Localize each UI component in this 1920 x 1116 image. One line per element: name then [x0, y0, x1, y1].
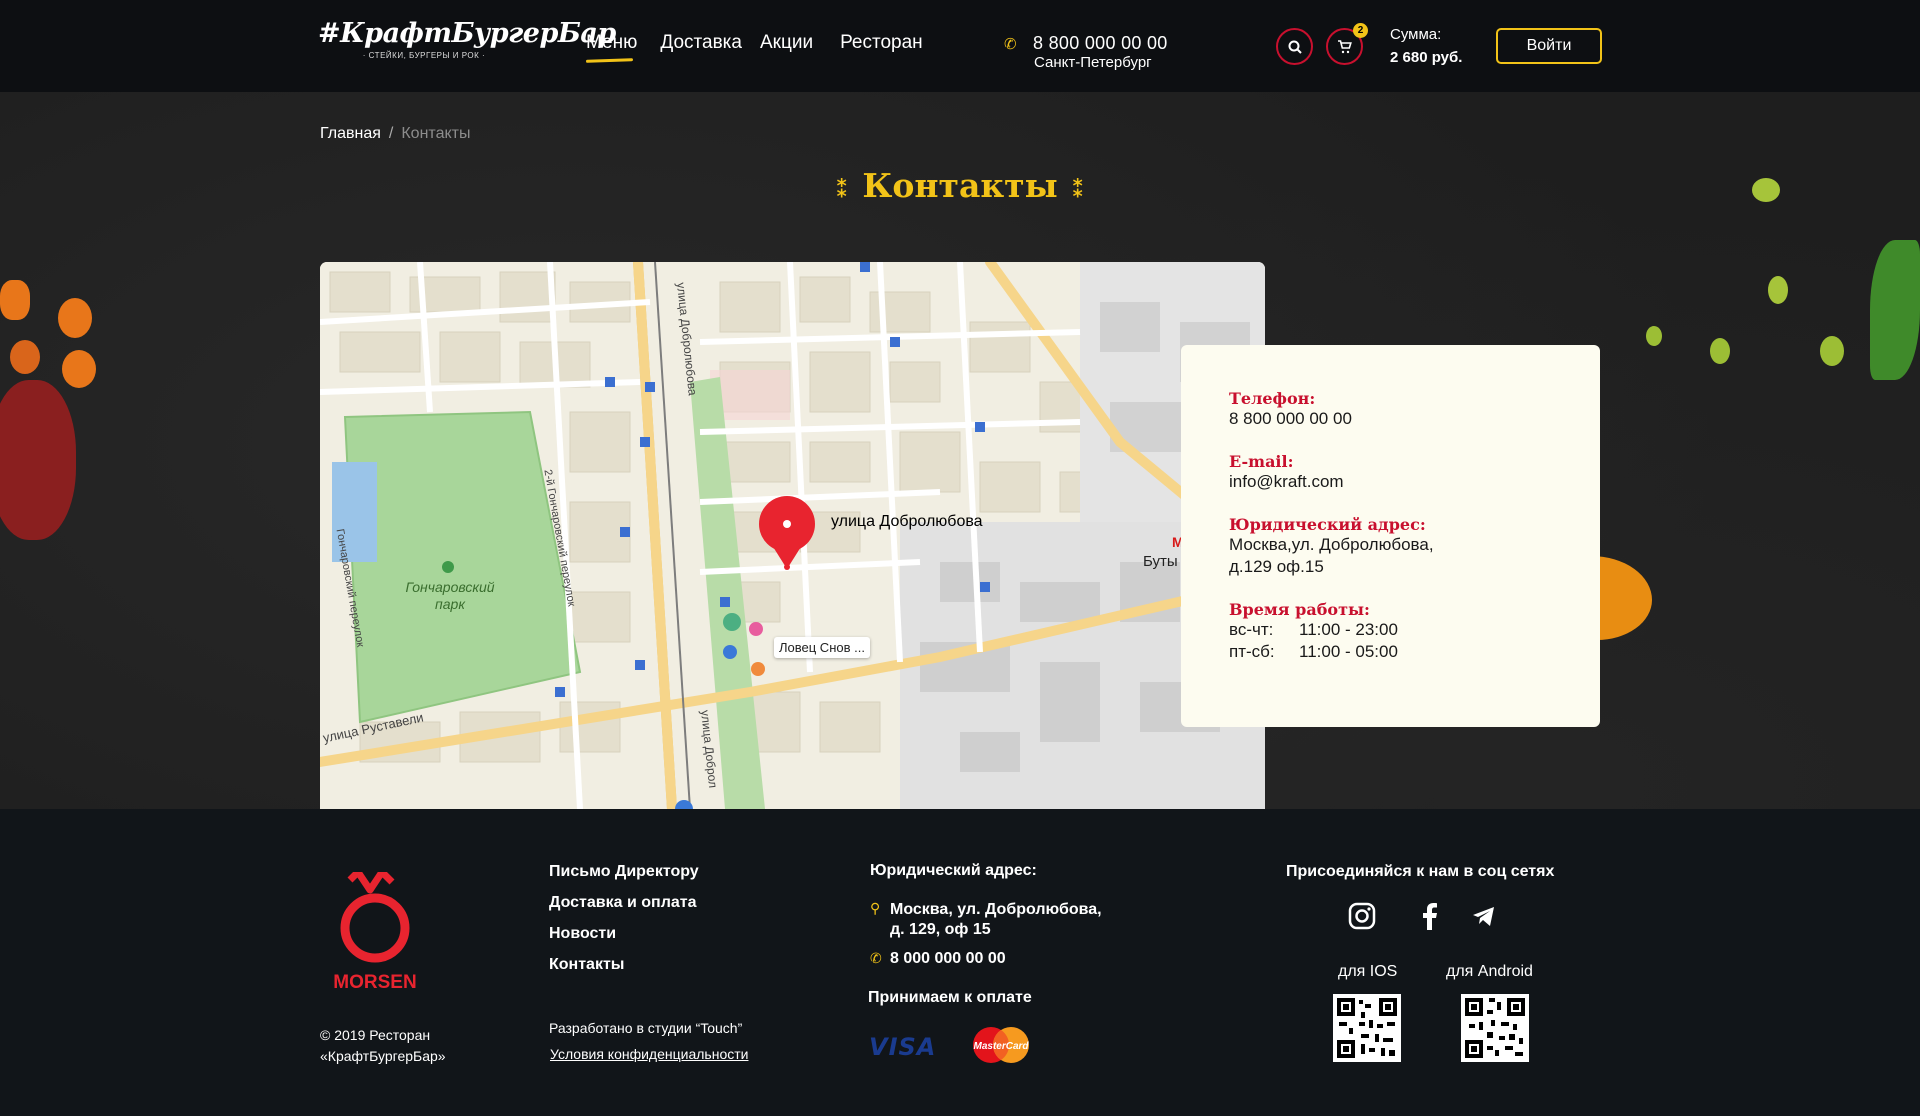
carrot-decoration — [58, 298, 92, 338]
footer-address-line: Москва, ул. Добролюбова, — [890, 901, 1102, 918]
nav-promotions[interactable]: Акции — [760, 32, 813, 54]
breadcrumb-separator: / — [388, 125, 394, 142]
android-label: для Android — [1446, 963, 1533, 980]
address-line: д.129 оф.15 — [1229, 557, 1324, 576]
mastercard-icon: MasterCard — [973, 1027, 1029, 1063]
footer-legal-title: Юридический адрес: — [870, 862, 1037, 879]
nav-menu[interactable]: Меню — [586, 32, 637, 54]
phone-icon: ✆ — [870, 950, 882, 966]
social-title: Присоединяйся к нам в соц сетях — [1286, 863, 1555, 880]
footer-link-delivery[interactable]: Доставка и оплата — [549, 894, 699, 912]
peapod-decoration — [1870, 240, 1920, 380]
logo-tagline: · СТЕЙКИ, БУРГЕРЫ И РОК · — [362, 51, 486, 60]
header-city: Санкт-Петербург — [1034, 54, 1152, 71]
mastercard-label: MasterCard — [973, 1041, 1029, 1052]
morsen-logo-text: MORSEN — [333, 972, 416, 992]
footer-link-contacts[interactable]: Контакты — [549, 956, 699, 974]
map-marker-label: улица Добролюбова — [831, 513, 983, 530]
header-phone-number[interactable]: 8 800 000 00 00 — [1033, 33, 1168, 54]
visa-logo: VISA — [869, 1033, 937, 1061]
hours-days: вс-чт: — [1229, 620, 1274, 639]
phone-label: Телефон: — [1229, 389, 1316, 408]
qr-code-android[interactable] — [1461, 994, 1529, 1062]
search-button[interactable] — [1276, 28, 1313, 65]
copyright-line: © 2019 Ресторан — [320, 1027, 431, 1043]
carrot-decoration — [10, 340, 40, 374]
main-nav: Меню Доставка Акции Ресторан — [586, 32, 923, 54]
title-left-ornament: ⁑ — [835, 173, 849, 203]
email-label: E-mail: — [1229, 452, 1294, 471]
nav-delivery[interactable]: Доставка — [660, 32, 742, 54]
map-canvas[interactable]: M — [320, 262, 1265, 809]
phone-icon: ✆ — [1004, 36, 1017, 53]
instagram-icon[interactable] — [1348, 902, 1376, 930]
logo-text: #КрафтБургерБар — [318, 18, 616, 49]
footer-link-director[interactable]: Письмо Директору — [549, 863, 699, 881]
pea-decoration — [1820, 336, 1844, 366]
footer-phone-number[interactable]: 8 000 000 00 00 — [890, 950, 1006, 968]
phone-block: Телефон: 8 800 000 00 00 — [1229, 389, 1600, 430]
location-icon: ⚲ — [870, 900, 881, 916]
footer-address-line: д. 129, оф 15 — [890, 921, 991, 938]
privacy-link[interactable]: Условия конфиденциальности — [550, 1046, 748, 1062]
page-title-wrap: ⁑ Контакты ⁑ — [0, 166, 1920, 205]
facebook-icon[interactable] — [1416, 902, 1444, 930]
nav-restaurant[interactable]: Ресторан — [840, 32, 923, 54]
map-poi-label[interactable]: Ловец Снов ... — [774, 637, 870, 658]
footer-copyright: © 2019 Ресторан «КрафтБургерБар» — [320, 1025, 446, 1067]
hours-time: 11:00 - 05:00 — [1299, 642, 1398, 661]
cart-button[interactable]: 2 — [1326, 23, 1368, 65]
footer-link-news[interactable]: Новости — [549, 925, 699, 943]
cart-sum: Сумма: 2 680 руб. — [1390, 26, 1462, 66]
address-block: Юридический адрес: Москва,ул. Добролюбов… — [1229, 515, 1600, 578]
footer-links: Письмо Директору Доставка и оплата Новос… — [549, 863, 699, 987]
pea-decoration — [1768, 276, 1788, 304]
telegram-icon[interactable] — [1470, 902, 1498, 930]
map[interactable]: M улица Добролюбова Гончаровский парк Ло… — [320, 262, 1265, 809]
breadcrumb-home[interactable]: Главная — [320, 125, 381, 142]
pea-decoration — [1710, 338, 1730, 364]
pea-decoration — [1646, 326, 1662, 346]
phone-value[interactable]: 8 800 000 00 00 — [1229, 408, 1600, 430]
map-park-label: Гончаровский парк — [405, 579, 495, 612]
carrot-decoration — [62, 350, 96, 388]
cart-count-badge: 2 — [1353, 23, 1368, 38]
address-line: Москва,ул. Добролюбова, — [1229, 535, 1434, 554]
search-icon — [1288, 40, 1302, 54]
breadcrumb-current: Контакты — [401, 125, 471, 142]
hours-time: 11:00 - 23:00 — [1299, 620, 1398, 639]
meat-decoration — [0, 380, 76, 540]
cart-sum-value: 2 680 руб. — [1390, 49, 1463, 66]
map-metro-label: Буты — [1143, 553, 1178, 570]
footer-address-text: Москва, ул. Добролюбова, д. 129, оф 15 — [890, 900, 1102, 940]
cart-icon — [1338, 39, 1352, 53]
email-value[interactable]: info@kraft.com — [1229, 471, 1600, 493]
mastercard-logo: MasterCard — [970, 1026, 1032, 1064]
email-block: E-mail: info@kraft.com — [1229, 452, 1600, 493]
page-title: Контакты — [862, 166, 1058, 205]
hours-row: вс-чт: 11:00 - 23:00 — [1229, 619, 1600, 641]
carrot-decoration — [0, 280, 30, 320]
qr-code-ios[interactable] — [1333, 994, 1401, 1062]
login-button[interactable]: Войти — [1496, 28, 1602, 64]
hours-block: Время работы: вс-чт: 11:00 - 23:00 пт-сб… — [1229, 600, 1600, 663]
hours-label: Время работы: — [1229, 600, 1370, 619]
morsen-logo[interactable]: MORSEN — [320, 868, 430, 993]
hours-row: пт-сб: 11:00 - 05:00 — [1229, 641, 1600, 663]
payment-title: Принимаем к оплате — [868, 989, 1032, 1006]
site-header: #КрафтБургерБар · СТЕЙКИ, БУРГЕРЫ И РОК … — [0, 0, 1920, 92]
breadcrumb: Главная / Контакты — [320, 125, 470, 143]
morsen-logo-mark: MORSEN — [333, 868, 417, 993]
address-label: Юридический адрес: — [1229, 515, 1426, 534]
site-logo[interactable]: #КрафтБургерБар · СТЕЙКИ, БУРГЕРЫ И РОК … — [318, 18, 616, 72]
contact-card: Телефон: 8 800 000 00 00 E-mail: info@kr… — [1181, 345, 1600, 727]
hours-days: пт-сб: — [1229, 642, 1275, 661]
title-right-ornament: ⁑ — [1071, 173, 1085, 203]
copyright-line: «КрафтБургерБар» — [320, 1048, 446, 1064]
developer-credit[interactable]: Разработано в студии “Touch” — [549, 1020, 742, 1036]
cart-sum-label: Сумма: — [1390, 26, 1442, 43]
ios-label: для IOS — [1338, 963, 1398, 980]
